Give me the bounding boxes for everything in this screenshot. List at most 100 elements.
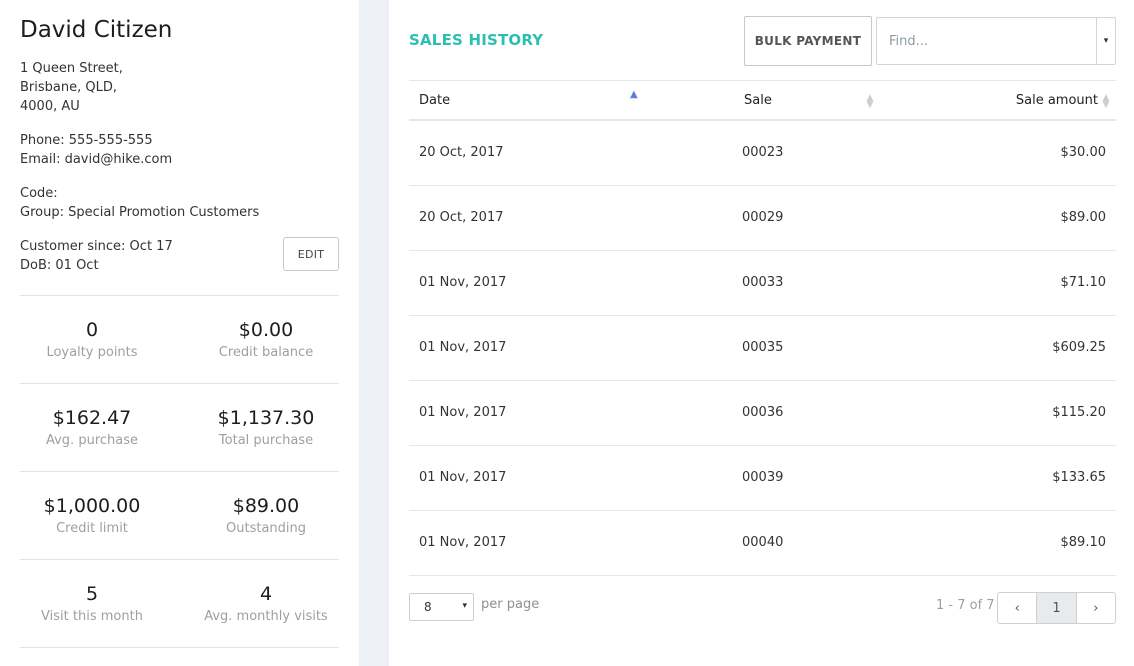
cell-sale[interactable]: 00039 <box>742 470 783 485</box>
cell-amount: $71.10 <box>1060 275 1107 290</box>
divider <box>20 295 339 296</box>
table-header: Date ▲ Sale ▲▼ Sale amount ▲▼ <box>409 80 1116 121</box>
divider <box>20 471 339 472</box>
stat-value: $89.00 <box>232 495 300 517</box>
stat-loyalty-points: 0 Loyalty points <box>12 318 172 363</box>
stat-label: Visit this month <box>41 609 143 624</box>
divider <box>20 559 339 560</box>
cell-amount: $30.00 <box>1060 145 1107 160</box>
per-page-label: per page <box>481 597 540 612</box>
per-page-value: 8 <box>424 600 432 614</box>
cell-amount: $115.20 <box>1052 405 1106 420</box>
sort-both-icon[interactable]: ▲▼ <box>1101 93 1111 107</box>
stat-avg-purchase: $162.47 Avg. purchase <box>12 406 172 451</box>
divider <box>20 647 339 648</box>
divider <box>20 383 339 384</box>
page-button-current[interactable]: 1 <box>1037 593 1077 623</box>
stat-label: Outstanding <box>226 521 306 536</box>
table-row[interactable]: 20 Oct, 2017 00029 $89.00 <box>409 186 1116 251</box>
previous-page-button[interactable]: ‹ <box>998 593 1038 623</box>
cell-date: 20 Oct, 2017 <box>419 210 504 225</box>
customer-panel: David Citizen 1 Queen Street, Brisbane, … <box>0 0 359 666</box>
table-row[interactable]: 01 Nov, 2017 00035 $609.25 <box>409 316 1116 381</box>
caret-down-icon: ▾ <box>462 601 467 611</box>
edit-customer-button[interactable]: EDIT <box>283 237 339 271</box>
stat-value: 5 <box>85 583 99 605</box>
cell-date: 20 Oct, 2017 <box>419 145 504 160</box>
address-line: 4000, AU <box>20 99 80 114</box>
cell-date: 01 Nov, 2017 <box>419 340 507 355</box>
sales-history-table: Date ▲ Sale ▲▼ Sale amount ▲▼ 20 Oct, 20… <box>409 80 1116 576</box>
customer-since: Customer since: Oct 17 <box>20 239 173 254</box>
address-line: 1 Queen Street, <box>20 61 123 76</box>
column-header-date[interactable]: Date <box>419 93 450 108</box>
customer-name: David Citizen <box>20 17 173 43</box>
panel-separator <box>359 0 389 666</box>
bulk-payment-button[interactable]: BULK PAYMENT <box>744 16 872 66</box>
cell-date: 01 Nov, 2017 <box>419 275 507 290</box>
cell-amount: $89.10 <box>1060 535 1107 550</box>
sort-both-icon[interactable]: ▲▼ <box>865 93 875 107</box>
stat-avg-monthly-visits: 4 Avg. monthly visits <box>186 582 346 627</box>
cell-date: 01 Nov, 2017 <box>419 470 507 485</box>
cell-sale[interactable]: 00023 <box>742 145 783 160</box>
customer-code: Code: <box>20 186 58 201</box>
find-input[interactable] <box>877 18 1098 64</box>
stat-credit-limit: $1,000.00 Credit limit <box>12 494 172 539</box>
stat-value: $162.47 <box>52 407 132 429</box>
stat-credit-balance: $0.00 Credit balance <box>186 318 346 363</box>
stat-total-purchase: $1,137.30 Total purchase <box>186 406 346 451</box>
cell-sale[interactable]: 00035 <box>742 340 783 355</box>
customer-address: 1 Queen Street, Brisbane, QLD, 4000, AU <box>20 59 123 116</box>
cell-sale[interactable]: 00033 <box>742 275 783 290</box>
sales-history-title: SALES HISTORY <box>409 31 544 49</box>
cell-date: 01 Nov, 2017 <box>419 405 507 420</box>
chevron-right-icon: › <box>1093 600 1099 616</box>
table-row[interactable]: 01 Nov, 2017 00033 $71.10 <box>409 251 1116 316</box>
column-header-sale[interactable]: Sale <box>744 93 772 108</box>
stat-value: 0 <box>85 319 99 341</box>
stat-label: Credit balance <box>218 345 314 360</box>
customer-phone: Phone: 555-555-555 <box>20 133 153 148</box>
sales-history-panel: SALES HISTORY BULK PAYMENT ▾ Date ▲ Sale… <box>389 0 1134 666</box>
stat-value: $0.00 <box>238 319 294 341</box>
stat-value: $1,137.30 <box>217 407 315 429</box>
column-header-sale-amount[interactable]: Sale amount <box>1016 93 1098 108</box>
customer-dob: DoB: 01 Oct <box>20 258 99 273</box>
per-page-select[interactable]: 8 ▾ <box>409 593 474 621</box>
cell-amount: $133.65 <box>1052 470 1106 485</box>
cell-sale[interactable]: 00040 <box>742 535 783 550</box>
stat-label: Loyalty points <box>46 345 138 360</box>
stat-label: Total purchase <box>218 433 314 448</box>
cell-date: 01 Nov, 2017 <box>419 535 507 550</box>
stat-visits-this-month: 5 Visit this month <box>12 582 172 627</box>
stat-value: $1,000.00 <box>43 495 141 517</box>
customer-codes: Code: Group: Special Promotion Customers <box>20 184 259 222</box>
find-combobox: ▾ <box>876 17 1116 65</box>
cell-amount: $89.00 <box>1060 210 1107 225</box>
next-page-button[interactable]: › <box>1077 593 1115 623</box>
chevron-left-icon: ‹ <box>1014 600 1020 616</box>
table-row[interactable]: 01 Nov, 2017 00039 $133.65 <box>409 446 1116 511</box>
customer-group: Group: Special Promotion Customers <box>20 205 260 220</box>
stat-label: Avg. monthly visits <box>204 609 328 624</box>
stat-value: 4 <box>259 583 273 605</box>
pagination: ‹ 1 › <box>997 592 1116 624</box>
customer-dates: Customer since: Oct 17 DoB: 01 Oct <box>20 237 173 275</box>
table-row[interactable]: 01 Nov, 2017 00040 $89.10 <box>409 511 1116 576</box>
find-dropdown-toggle[interactable]: ▾ <box>1096 18 1115 64</box>
sort-ascending-icon[interactable]: ▲ <box>630 90 638 100</box>
table-row[interactable]: 20 Oct, 2017 00023 $30.00 <box>409 121 1116 186</box>
cell-sale[interactable]: 00036 <box>742 405 783 420</box>
address-line: Brisbane, QLD, <box>20 80 117 95</box>
caret-down-icon: ▾ <box>1103 36 1109 46</box>
table-row[interactable]: 01 Nov, 2017 00036 $115.20 <box>409 381 1116 446</box>
customer-contact: Phone: 555-555-555 Email: david@hike.com <box>20 131 172 169</box>
stat-outstanding: $89.00 Outstanding <box>186 494 346 539</box>
customer-email: Email: david@hike.com <box>20 152 173 167</box>
stat-label: Avg. purchase <box>45 433 138 448</box>
pagination-range: 1 - 7 of 7 <box>936 598 995 613</box>
cell-amount: $609.25 <box>1052 340 1106 355</box>
cell-sale[interactable]: 00029 <box>742 210 783 225</box>
stat-label: Credit limit <box>56 521 128 536</box>
